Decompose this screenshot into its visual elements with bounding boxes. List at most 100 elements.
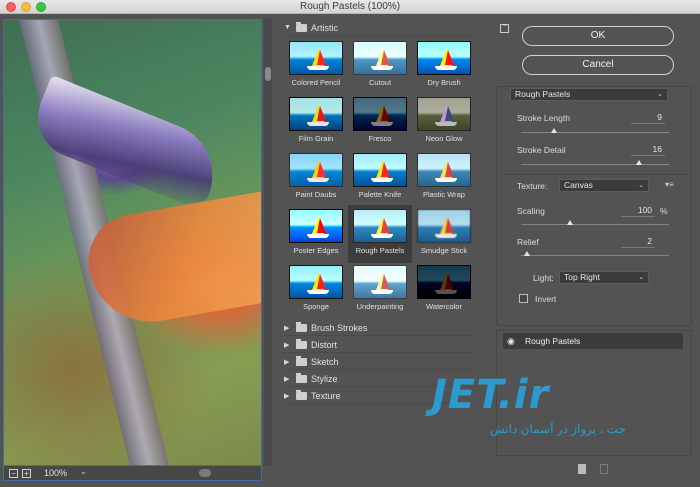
- stroke-detail-label: Stroke Detail: [517, 145, 566, 155]
- texture-select[interactable]: Canvas ⌄: [559, 179, 649, 192]
- filter-neon-glow[interactable]: Neon Glow: [412, 93, 476, 151]
- invert-label: Invert: [535, 294, 557, 304]
- filter-thumbnail: [417, 265, 471, 299]
- chevron-down-icon: ⌄: [638, 274, 644, 281]
- invert-checkbox[interactable]: [519, 294, 528, 303]
- light-select[interactable]: Top Right ⌄: [559, 271, 649, 284]
- filter-smudge-stick[interactable]: Smudge Stick: [412, 205, 476, 263]
- filter-underpainting[interactable]: Underpainting: [348, 261, 412, 319]
- new-effect-layer-icon[interactable]: [578, 464, 586, 474]
- watermark: JET.ir جت ، پرواز در آسمان دانش: [432, 372, 672, 442]
- category-brush-strokes[interactable]: ▶ Brush Strokes: [284, 320, 476, 336]
- effect-layer-row[interactable]: ◉ Rough Pastels: [503, 333, 683, 349]
- stroke-length-slider[interactable]: [521, 132, 669, 133]
- stroke-detail-slider-handle[interactable]: [636, 160, 643, 165]
- scaling-slider-handle[interactable]: [566, 220, 573, 225]
- gallery-scrollbar-track[interactable]: [264, 19, 272, 466]
- relief-slider-handle[interactable]: [523, 251, 530, 256]
- ok-button[interactable]: OK: [522, 26, 674, 46]
- zoom-out-button[interactable]: −: [9, 469, 18, 478]
- filter-dry-brush[interactable]: Dry Brush: [412, 37, 476, 95]
- filter-label: Colored Pencil: [291, 78, 341, 87]
- window-title: Rough Pastels (100%): [299, 1, 401, 12]
- filter-thumbnail: [353, 209, 407, 243]
- category-label: Distort: [311, 339, 338, 350]
- filter-thumbnail: [289, 97, 343, 131]
- gallery-scrollbar-thumb[interactable]: [265, 67, 271, 81]
- category-label: Sketch: [311, 356, 339, 367]
- chevron-down-icon[interactable]: ⌄: [80, 467, 87, 476]
- filter-plastic-wrap[interactable]: Plastic Wrap: [412, 149, 476, 207]
- filter-label: Cutout: [368, 78, 392, 87]
- filter-settings: Rough Pastels ⌄ Stroke Length 9 Stroke D…: [496, 86, 692, 326]
- filter-film-grain[interactable]: Film Grain: [284, 93, 348, 151]
- filter-cutout[interactable]: Cutout: [348, 37, 412, 95]
- divider: [501, 174, 687, 175]
- filter-poster-edges[interactable]: Poster Edges: [284, 205, 348, 263]
- filter-thumbnail: [417, 41, 471, 75]
- chevron-down-icon: ⌄: [638, 182, 644, 189]
- category-artistic[interactable]: ▼ Artistic: [284, 20, 476, 36]
- filter-label: Fresco: [368, 134, 392, 143]
- cancel-button[interactable]: Cancel: [522, 55, 674, 75]
- filter-thumbnail: [353, 97, 407, 131]
- stroke-length-label: Stroke Length: [517, 113, 570, 123]
- relief-input[interactable]: 2: [621, 236, 655, 248]
- filter-thumbnail: [289, 41, 343, 75]
- filter-label: Smudge Stick: [420, 246, 468, 255]
- filter-label: Underpainting: [356, 302, 404, 311]
- filter-label: Rough Pastels: [355, 246, 405, 255]
- relief-slider[interactable]: [521, 255, 669, 256]
- scaling-input[interactable]: 100: [621, 205, 655, 217]
- zoom-level[interactable]: 100%: [44, 468, 67, 478]
- filter-label: Sponge: [303, 302, 329, 311]
- filter-label: Paint Daubs: [295, 190, 337, 199]
- filter-sponge[interactable]: Sponge: [284, 261, 348, 319]
- stroke-detail-input[interactable]: 16: [631, 144, 665, 156]
- filter-thumbnail: [417, 209, 471, 243]
- category-distort[interactable]: ▶ Distort: [284, 337, 476, 353]
- filter-label: Plastic Wrap: [423, 190, 465, 199]
- filter-label: Watercolor: [426, 302, 462, 311]
- triangle-right-icon: ▶: [284, 358, 290, 366]
- stroke-detail-slider[interactable]: [521, 164, 669, 165]
- filter-thumbnail: [289, 209, 343, 243]
- chevron-down-icon: ⌄: [657, 91, 663, 98]
- eye-icon[interactable]: ◉: [507, 336, 515, 347]
- scaling-unit: %: [660, 206, 668, 216]
- trash-icon[interactable]: [600, 464, 608, 474]
- filter-thumbnail: [417, 97, 471, 131]
- filter-label: Poster Edges: [293, 246, 339, 255]
- triangle-right-icon: ▶: [284, 324, 290, 332]
- filter-rough-pastels[interactable]: Rough Pastels: [348, 205, 412, 263]
- triangle-right-icon: ▶: [284, 392, 290, 400]
- filter-label: Film Grain: [298, 134, 334, 143]
- folder-icon: [296, 338, 307, 349]
- filter-palette-knife[interactable]: Palette Knife: [348, 149, 412, 207]
- filter-select[interactable]: Rough Pastels ⌄: [510, 88, 668, 101]
- zoom-in-button[interactable]: +: [22, 469, 31, 478]
- filter-label: Dry Brush: [427, 78, 461, 87]
- stroke-length-slider-handle[interactable]: [551, 128, 558, 133]
- filter-thumbnail: [353, 265, 407, 299]
- preview-canvas[interactable]: [3, 19, 262, 466]
- folder-icon: [296, 21, 307, 32]
- category-label: Artistic: [311, 22, 338, 33]
- relief-label: Relief: [517, 237, 539, 247]
- scaling-slider[interactable]: [521, 224, 669, 225]
- collapse-gallery-icon[interactable]: ⌃: [500, 24, 509, 33]
- triangle-right-icon: ▶: [284, 341, 290, 349]
- category-sketch[interactable]: ▶ Sketch: [284, 354, 476, 370]
- horizontal-scrollbar-thumb[interactable]: [199, 469, 211, 477]
- category-label: Stylize: [311, 373, 338, 384]
- filter-paint-daubs[interactable]: Paint Daubs: [284, 149, 348, 207]
- texture-menu-icon[interactable]: ▾≡: [665, 180, 674, 189]
- filter-fresco[interactable]: Fresco: [348, 93, 412, 151]
- filter-colored-pencil[interactable]: Colored Pencil: [284, 37, 348, 95]
- texture-select-value: Canvas: [564, 180, 593, 190]
- title-bar: Rough Pastels (100%): [0, 0, 700, 14]
- stroke-length-input[interactable]: 9: [631, 112, 665, 124]
- filter-watercolor[interactable]: Watercolor: [412, 261, 476, 319]
- texture-label: Texture:: [517, 181, 548, 191]
- triangle-down-icon: ▼: [284, 24, 291, 31]
